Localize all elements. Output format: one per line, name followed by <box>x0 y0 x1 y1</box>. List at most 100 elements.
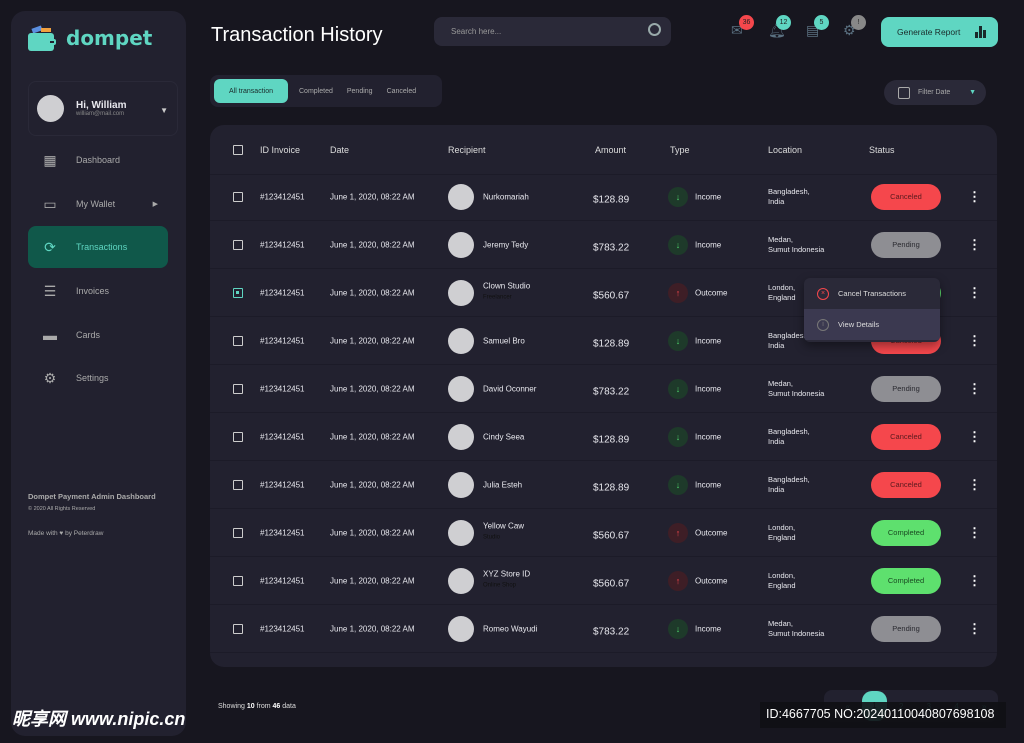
amount: $128.89 <box>593 434 630 446</box>
amount: $128.89 <box>593 194 630 206</box>
select-all-checkbox[interactable] <box>233 144 243 155</box>
date: June 1, 2020, 08:22 AM <box>330 336 415 345</box>
amount: $783.22 <box>593 386 630 398</box>
search-icon[interactable] <box>648 23 661 36</box>
more-options-icon[interactable]: ⋮ <box>968 573 981 589</box>
date: June 1, 2020, 08:22 AM <box>330 576 415 585</box>
sidebar-item-transactions[interactable]: ⟳ Transactions <box>28 226 168 269</box>
tab-pending[interactable]: Pending <box>340 88 380 95</box>
more-options-icon[interactable]: ⋮ <box>968 285 981 301</box>
row-checkbox[interactable] <box>233 383 243 394</box>
type: Income <box>695 432 722 441</box>
table-row[interactable]: #123412451 June 1, 2020, 08:22 AM XYZ St… <box>210 557 997 605</box>
table-row[interactable]: #123412451 June 1, 2020, 08:22 AM David … <box>210 365 997 413</box>
notifications-button[interactable]: 🔔︎ 12 <box>768 15 791 40</box>
mail-button[interactable]: ✉ 36 <box>731 15 754 40</box>
search-input[interactable]: Search here... <box>434 17 671 46</box>
arrow-down-circle-icon: ↓ <box>668 378 688 399</box>
sidebar: dompet Hi, William william@mail.com ▼ ▦ Da… <box>11 11 186 736</box>
tab-canceled[interactable]: Canceled <box>380 88 424 95</box>
recipient-avatar <box>448 183 474 210</box>
calendar-icon <box>898 86 910 99</box>
chat-button[interactable]: ▤ 5 <box>806 15 829 40</box>
sidebar-item-label: My Wallet <box>76 198 116 209</box>
generate-report-button[interactable]: Generate Report <box>881 17 998 47</box>
table-row[interactable]: #123412451 June 1, 2020, 08:22 AM Romeo … <box>210 605 997 653</box>
location: London, England <box>768 522 796 542</box>
arrow-down-circle-icon: ↓ <box>668 330 688 351</box>
invoice-id: #123412451 <box>260 576 305 585</box>
type: Income <box>695 192 722 201</box>
bar-chart-icon <box>975 26 987 38</box>
sidebar-nav: ▦ Dashboard ▭ My Wallet ▶ ⟳ Transactions ☰ Invoi… <box>28 139 168 401</box>
date: June 1, 2020, 08:22 AM <box>330 240 415 249</box>
sidebar-item-label: Cards <box>76 329 101 340</box>
recipient-name: Nurkomariah <box>483 192 529 201</box>
table-row[interactable]: #123412451 June 1, 2020, 08:22 AM Julia … <box>210 461 997 509</box>
sidebar-item-dashboard[interactable]: ▦ Dashboard <box>28 139 168 181</box>
cancel-label: Cancel Transactions <box>838 289 906 298</box>
view-details-item[interactable]: i View Details <box>804 309 940 340</box>
type: Outcome <box>695 576 728 585</box>
cancel-transactions-item[interactable]: × Cancel Transactions <box>804 278 940 309</box>
watermark-right: ID:4667705 NO:20240110040807698108 <box>760 702 1006 728</box>
wallet-logo-icon <box>28 25 56 51</box>
invoice-id: #123412451 <box>260 624 305 633</box>
row-checkbox[interactable] <box>233 479 243 490</box>
recipient-avatar <box>448 231 474 258</box>
sidebar-item-invoices[interactable]: ☰ Invoices <box>28 270 168 312</box>
arrow-up-circle-icon: ↑ <box>668 282 688 303</box>
more-options-icon[interactable]: ⋮ <box>968 429 981 445</box>
transactions-table: ID Invoice Date Recipient Amount Type Lo… <box>210 125 997 667</box>
sidebar-item-label: Dashboard <box>76 155 121 165</box>
recipient-name: XYZ Store ID <box>483 569 531 579</box>
more-options-icon[interactable]: ⋮ <box>968 333 981 349</box>
more-options-icon[interactable]: ⋮ <box>968 237 981 253</box>
header-date: Date <box>330 144 350 155</box>
row-checkbox[interactable] <box>233 191 243 202</box>
row-checkbox[interactable] <box>233 239 243 250</box>
filter-date-dropdown[interactable]: Filter Date ▼ <box>884 80 986 105</box>
row-checkbox[interactable] <box>233 431 243 442</box>
table-row[interactable]: #123412451 June 1, 2020, 08:22 AM Yellow… <box>210 509 997 557</box>
row-checkbox[interactable] <box>233 527 243 538</box>
status-badge: Pending <box>871 231 941 258</box>
recipient-name: Jeremy Tedy <box>483 240 529 249</box>
row-checkbox[interactable] <box>233 335 243 346</box>
more-options-icon[interactable]: ⋮ <box>968 621 981 637</box>
recipient: Samuel Bro <box>483 336 525 345</box>
tab-all-transaction[interactable]: All transaction <box>214 79 288 103</box>
recipient-name: David Oconner <box>483 384 537 393</box>
table-row[interactable]: #123412451 June 1, 2020, 08:22 AM Jeremy… <box>210 221 997 269</box>
gear-icon: ⚙ <box>43 370 57 387</box>
table-row[interactable]: #123412451 June 1, 2020, 08:22 AM Cindy … <box>210 413 997 461</box>
sidebar-item-my-wallet[interactable]: ▭ My Wallet ▶ <box>28 183 168 225</box>
sidebar-item-settings[interactable]: ⚙ Settings <box>28 357 168 399</box>
more-options-icon[interactable]: ⋮ <box>968 381 981 397</box>
recipient-subtitle: Studio <box>483 534 501 541</box>
header-type: Type <box>670 144 690 155</box>
location: Bangladesh, India <box>768 186 810 206</box>
recipient-name: Clown Studio <box>483 281 531 291</box>
more-options-icon[interactable]: ⋮ <box>968 525 981 541</box>
status-badge: Completed <box>871 567 941 594</box>
more-options-icon[interactable]: ⋮ <box>968 189 981 205</box>
row-checkbox[interactable] <box>233 623 243 634</box>
date: June 1, 2020, 08:22 AM <box>330 192 415 201</box>
sidebar-item-cards[interactable]: ▬ Cards <box>28 314 168 356</box>
user-menu[interactable]: Hi, William william@mail.com ▼ <box>28 81 178 136</box>
logo[interactable]: dompet <box>28 25 152 51</box>
type: Outcome <box>695 528 728 537</box>
settings-badge: ! <box>851 15 866 30</box>
table-row[interactable]: #123412451 June 1, 2020, 08:22 AM Nurkom… <box>210 173 997 221</box>
settings-button[interactable]: ⚙! <box>843 15 866 40</box>
more-options-icon[interactable]: ⋮ <box>968 477 981 493</box>
recipient: Yellow Caw Studio <box>483 522 524 541</box>
caret-down-icon: ▼ <box>969 89 976 96</box>
tab-completed[interactable]: Completed <box>292 88 340 95</box>
cancel-icon: × <box>817 287 829 300</box>
row-checkbox[interactable] <box>233 575 243 586</box>
refresh-icon: ⟳ <box>44 239 56 256</box>
row-checkbox[interactable] <box>233 287 243 298</box>
amount: $783.22 <box>593 626 630 638</box>
